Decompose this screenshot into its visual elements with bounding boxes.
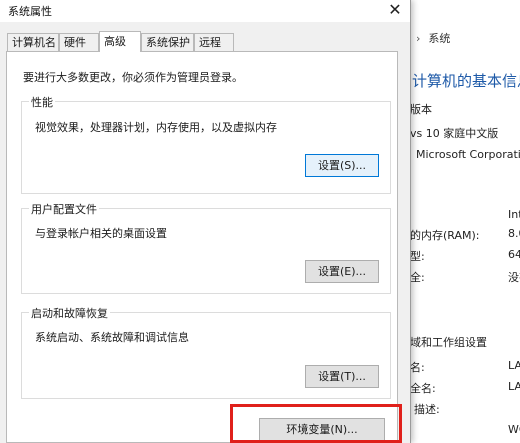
section-label-edition: 版本	[410, 103, 432, 116]
close-button[interactable]: ✕	[380, 0, 410, 22]
pen-touch-label: 全:	[410, 271, 425, 284]
tab-system-protection[interactable]: 系统保护	[141, 33, 194, 51]
workgroup-value: WC	[508, 423, 520, 436]
user-profiles-group: 用户配置文件 与登录帐户相关的桌面设置 设置(E)...	[21, 201, 391, 294]
copyright-text: Microsoft Corporation	[416, 148, 520, 161]
ram-label: 的内存(RAM):	[410, 229, 480, 242]
tab-remote[interactable]: 远程	[194, 33, 234, 51]
startup-recovery-group: 启动和故障恢复 系统启动、系统故障和调试信息 设置(T)...	[21, 305, 391, 399]
environment-variables-button[interactable]: 环境变量(N)...	[259, 418, 385, 441]
user-profiles-group-title: 用户配置文件	[29, 201, 99, 217]
performance-group-title: 性能	[29, 94, 55, 110]
user-profiles-description: 与登录帐户相关的桌面设置	[35, 227, 167, 240]
startup-recovery-description: 系统启动、系统故障和调试信息	[35, 331, 189, 344]
system-type-value: 64	[508, 248, 520, 261]
tab-hardware[interactable]: 硬件	[59, 33, 99, 51]
page-title: 计算机的基本信息	[412, 72, 520, 90]
close-icon: ✕	[388, 0, 402, 19]
full-name-value: LAI	[508, 380, 520, 393]
breadcrumb-item-system[interactable]: 系统	[428, 32, 450, 45]
section-label-domain: 域和工作组设置	[410, 336, 487, 349]
dialog-title: 系统属性	[8, 5, 52, 18]
pen-touch-value: 没有	[508, 271, 520, 284]
performance-group: 性能 视觉效果，处理器计划，内存使用，以及虚拟内存 设置(S)...	[21, 94, 391, 194]
windows-edition: vs 10 家庭中文版	[410, 127, 499, 140]
computer-name-value: LAI	[508, 359, 520, 372]
system-type-label: 型:	[410, 250, 425, 263]
user-profiles-settings-button[interactable]: 设置(E)...	[305, 260, 379, 283]
chevron-right-icon: ›	[416, 32, 421, 45]
full-name-label: 全名:	[410, 382, 436, 395]
computer-name-label: 名:	[410, 361, 425, 374]
tab-computer-name[interactable]: 计算机名	[7, 33, 59, 51]
system-info-window: › 系统 计算机的基本信息 版本 vs 10 家庭中文版 Microsoft Co…	[408, 0, 520, 443]
advanced-tab-panel: 要进行大多数更改，你必须作为管理员登录。 性能 视觉效果，处理器计划，内存使用，…	[6, 51, 398, 443]
startup-recovery-group-title: 启动和故障恢复	[29, 305, 110, 321]
admin-note: 要进行大多数更改，你必须作为管理员登录。	[23, 71, 243, 84]
screen: › 系统 计算机的基本信息 版本 vs 10 家庭中文版 Microsoft Co…	[0, 0, 520, 443]
title-bar[interactable]: 系统属性 ✕	[0, 0, 410, 22]
system-properties-dialog: 系统属性 ✕ 计算机名 硬件 高级 系统保护 远程 要进行大多数更改，你必须作为…	[0, 0, 411, 443]
performance-description: 视觉效果，处理器计划，内存使用，以及虚拟内存	[35, 121, 277, 134]
startup-recovery-settings-button[interactable]: 设置(T)...	[305, 365, 379, 388]
processor-value: Int	[508, 208, 520, 221]
ram-value: 8.0	[508, 227, 520, 240]
breadcrumb[interactable]: › 系统	[416, 30, 450, 46]
description-label: 描述:	[414, 403, 440, 416]
tab-advanced[interactable]: 高级	[99, 31, 141, 52]
performance-settings-button[interactable]: 设置(S)...	[305, 154, 379, 177]
